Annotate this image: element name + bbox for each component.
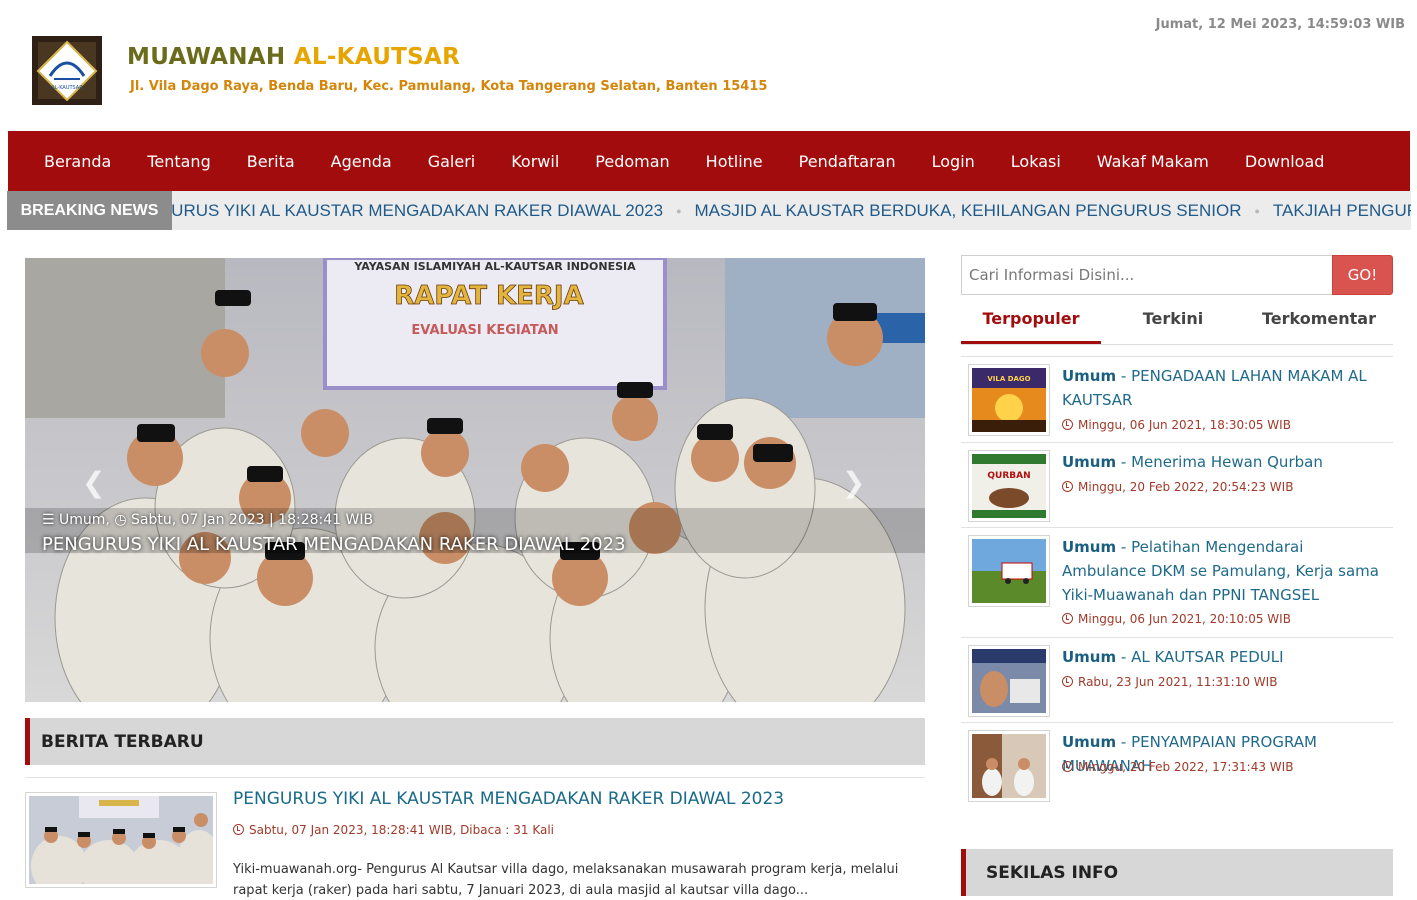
slide-meta: ☰ Umum, ◷ Sabtu, 07 Jan 2023 | 18:28:41 … <box>42 512 373 528</box>
nav-lokasi[interactable]: Lokasi <box>993 152 1079 171</box>
list-item[interactable]: Umum - PENYAMPAIAN PROGRAM MUAWANAH Ming… <box>961 722 1393 807</box>
berita-terbaru-heading: BERITA TERBARU <box>25 718 925 765</box>
slider-next-arrow[interactable]: ❯ <box>842 466 865 499</box>
popular-date: Rabu, 23 Jun 2021, 11:31:10 WIB <box>1062 675 1277 689</box>
popular-title[interactable]: Umum - Pelatihan Mengendarai Ambulance D… <box>1062 535 1392 607</box>
news-meta-text: Sabtu, 07 Jan 2023, 18:28:41 WIB, Dibaca… <box>249 823 554 837</box>
popular-category[interactable]: Umum <box>1062 453 1116 471</box>
news-meta: Sabtu, 07 Jan 2023, 18:28:41 WIB, Dibaca… <box>233 823 554 837</box>
nav-login[interactable]: Login <box>914 152 993 171</box>
ticker-item[interactable]: TAKJIAH PENGURUS YIKI <box>1260 201 1411 221</box>
clock-icon: ◷ <box>114 512 127 528</box>
svg-text:RAPAT KERJA: RAPAT KERJA <box>394 281 583 311</box>
nav-beranda[interactable]: Beranda <box>26 152 129 171</box>
tab-terpopuler[interactable]: Terpopuler <box>961 303 1101 344</box>
svg-text:YAYASAN ISLAMIYAH AL-KAUTSAR I: YAYASAN ISLAMIYAH AL-KAUTSAR INDONESIA <box>353 260 636 273</box>
ticker-item[interactable]: PENGURUS YIKI AL KAUSTAR MENGADAKAN RAKE… <box>110 201 676 221</box>
site-address: Jl. Vila Dago Raya, Benda Baru, Kec. Pam… <box>130 79 768 94</box>
slide-category[interactable]: Umum, <box>59 512 110 528</box>
search-input[interactable] <box>961 255 1334 295</box>
slide-date: Sabtu, 07 Jan 2023 | 18:28:41 WIB <box>131 512 374 528</box>
sekilas-info-heading: SEKILAS INFO <box>961 849 1393 896</box>
site-title-part2: AL-KAUTSAR <box>293 44 461 70</box>
list-item[interactable]: Umum - AL KAUTSAR PEDULI Rabu, 23 Jun 20… <box>961 637 1393 722</box>
clock-icon <box>1062 761 1073 772</box>
main-navbar: Beranda Tentang Berita Agenda Galeri Kor… <box>8 131 1410 191</box>
popular-date: Minggu, 06 Jun 2021, 18:30:05 WIB <box>1062 418 1291 432</box>
nav-download[interactable]: Download <box>1227 152 1343 171</box>
popular-date-text: Minggu, 06 Jun 2021, 20:10:05 WIB <box>1078 612 1291 626</box>
nav-tentang[interactable]: Tentang <box>129 152 228 171</box>
nav-pedoman[interactable]: Pedoman <box>577 152 687 171</box>
nav-agenda[interactable]: Agenda <box>313 152 410 171</box>
popular-date: Minggu, 06 Jun 2021, 20:10:05 WIB <box>1062 612 1291 626</box>
popular-title-text[interactable]: - Menerima Hewan Qurban <box>1116 453 1323 471</box>
popular-category[interactable]: Umum <box>1062 733 1116 751</box>
popular-category[interactable]: Umum <box>1062 538 1116 556</box>
popular-date-text: Minggu, 20 Feb 2022, 20:54:23 WIB <box>1078 480 1294 494</box>
popular-title-text[interactable]: - AL KAUTSAR PEDULI <box>1116 648 1284 666</box>
svg-text:VILA DAGO: VILA DAGO <box>987 375 1030 383</box>
popular-title[interactable]: Umum - AL KAUTSAR PEDULI <box>1062 645 1392 669</box>
sidebar-tabs: Terpopuler Terkini Terkomentar <box>961 303 1393 345</box>
nav-pendaftaran[interactable]: Pendaftaran <box>781 152 914 171</box>
slider-prev-arrow[interactable]: ❮ <box>82 466 105 499</box>
breaking-news-bar: BREAKING NEWS PENGURUS YIKI AL KAUSTAR M… <box>7 191 1411 230</box>
popular-thumbnail[interactable]: VILA DAGO <box>968 364 1050 436</box>
header-datetime: Jumat, 12 Mei 2023, 14:59:03 WIB <box>1155 17 1405 32</box>
nav-hotline[interactable]: Hotline <box>688 152 781 171</box>
headline-slider[interactable]: YAYASAN ISLAMIYAH AL-KAUTSAR INDONESIA R… <box>25 258 925 702</box>
svg-text:QURBAN: QURBAN <box>987 471 1030 481</box>
popular-date: Minggu, 20 Feb 2022, 17:31:43 WIB <box>1062 760 1293 774</box>
slide-title[interactable]: PENGURUS YIKI AL KAUSTAR MENGADAKAN RAKE… <box>42 534 626 555</box>
list-icon: ☰ <box>42 512 55 528</box>
nav-wakaf-makam[interactable]: Wakaf Makam <box>1079 152 1227 171</box>
breaking-news-ticker: PENGURUS YIKI AL KAUSTAR MENGADAKAN RAKE… <box>123 191 1411 230</box>
nav-berita[interactable]: Berita <box>229 152 313 171</box>
site-logo[interactable]: AL-KAUTSAR <box>32 36 102 105</box>
popular-date-text: Minggu, 06 Jun 2021, 18:30:05 WIB <box>1078 418 1291 432</box>
svg-text:AL-KAUTSAR: AL-KAUTSAR <box>51 85 83 91</box>
search-form: GO! <box>961 255 1393 295</box>
ticker-item[interactable]: MASJID AL KAUSTAR BERDUKA, KEHILANGAN PE… <box>682 201 1255 221</box>
news-excerpt: Yiki-muawanah.org- Pengurus Al Kautsar v… <box>233 862 899 898</box>
list-item[interactable]: VILA DAGO Umum - PENGADAAN LAHAN MAKAM A… <box>961 356 1393 442</box>
tab-terkini[interactable]: Terkini <box>1101 303 1245 344</box>
popular-category[interactable]: Umum <box>1062 367 1116 385</box>
news-thumbnail[interactable] <box>25 792 217 888</box>
tab-terkomentar[interactable]: Terkomentar <box>1245 303 1393 344</box>
clock-icon <box>1062 676 1073 687</box>
news-title[interactable]: PENGURUS YIKI AL KAUSTAR MENGADAKAN RAKE… <box>233 789 784 809</box>
popular-thumbnail[interactable]: QURBAN <box>968 450 1050 522</box>
popular-title[interactable]: Umum - Menerima Hewan Qurban <box>1062 450 1392 474</box>
popular-thumbnail[interactable] <box>968 535 1050 607</box>
search-go-button[interactable]: GO! <box>1332 255 1393 295</box>
clock-icon <box>233 824 244 835</box>
nav-galeri[interactable]: Galeri <box>410 152 494 171</box>
popular-list: VILA DAGO Umum - PENGADAAN LAHAN MAKAM A… <box>961 356 1393 807</box>
list-item[interactable]: QURBAN Umum - Menerima Hewan Qurban Ming… <box>961 442 1393 527</box>
slider-photo: YAYASAN ISLAMIYAH AL-KAUTSAR INDONESIA R… <box>25 258 925 702</box>
svg-text:EVALUASI KEGIATAN: EVALUASI KEGIATAN <box>411 323 558 338</box>
popular-thumbnail[interactable] <box>968 730 1050 802</box>
site-title[interactable]: MUAWANAH AL-KAUTSAR <box>127 44 460 70</box>
list-item[interactable]: Umum - Pelatihan Mengendarai Ambulance D… <box>961 527 1393 637</box>
clock-icon <box>1062 419 1073 430</box>
clock-icon <box>1062 613 1073 624</box>
popular-date-text: Rabu, 23 Jun 2021, 11:31:10 WIB <box>1078 675 1278 689</box>
divider <box>25 777 925 778</box>
nav-korwil[interactable]: Korwil <box>493 152 577 171</box>
popular-title[interactable]: Umum - PENGADAAN LAHAN MAKAM AL KAUTSAR <box>1062 364 1392 412</box>
popular-date-text: Minggu, 20 Feb 2022, 17:31:43 WIB <box>1078 760 1294 774</box>
popular-date: Minggu, 20 Feb 2022, 20:54:23 WIB <box>1062 480 1293 494</box>
site-title-part1: MUAWANAH <box>127 44 294 70</box>
popular-category[interactable]: Umum <box>1062 648 1116 666</box>
breaking-news-label: BREAKING NEWS <box>7 191 172 230</box>
clock-icon <box>1062 481 1073 492</box>
popular-thumbnail[interactable] <box>968 645 1050 717</box>
